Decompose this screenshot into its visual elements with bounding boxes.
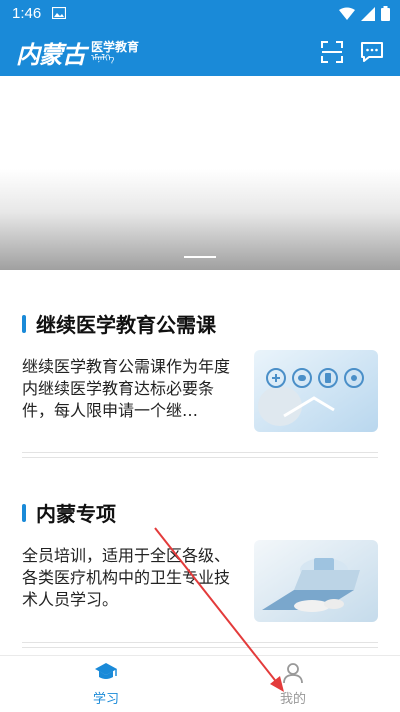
course-description: 继续医学教育公需课作为年度内继续医学教育达标必要条件，每人限申请一个继… — [22, 357, 231, 420]
tab-study[interactable]: 学习 — [46, 656, 166, 712]
logo-mongolian: ᠡᠮᠨᠡᠯᠭᠡ — [91, 53, 115, 64]
course-card-inner-mongolia[interactable]: 全员培训，适用于全区各级、各类医疗机构中的卫生专业技术人员学习。 — [22, 540, 378, 624]
status-bar: 1:46 — [0, 0, 400, 28]
person-icon — [283, 663, 303, 684]
logo-script: 内蒙古 — [16, 39, 86, 69]
logo-title: 医学教育 — [91, 39, 140, 54]
battery-icon — [381, 6, 390, 21]
section-title: 继续医学教育公需课 — [36, 313, 216, 337]
course-description: 全员培训，适用于全区各级、各类医疗机构中的卫生专业技术人员学习。 — [22, 546, 231, 609]
tab-label-mine: 我的 — [279, 692, 306, 707]
app-logo: 内蒙古 医学教育 ᠡᠮᠨᠡᠯᠭᠡ — [16, 36, 139, 69]
section-header-inner-mongolia: 内蒙专项 — [22, 498, 116, 527]
graduation-cap-icon — [95, 663, 117, 679]
wifi-icon — [339, 7, 355, 20]
logo-text-block: 医学教育 ᠡᠮᠨᠡᠯᠭᠡ — [91, 40, 139, 65]
section-title: 内蒙专项 — [36, 502, 116, 526]
bottom-tab-bar: 学习 我的 — [0, 655, 400, 712]
signal-icon — [361, 6, 375, 21]
scan-icon[interactable] — [320, 40, 344, 64]
title-accent-bar — [22, 314, 26, 333]
section-divider — [22, 642, 378, 648]
status-time: 1:46 — [12, 5, 42, 22]
app-header: 内蒙古 医学教育 ᠡᠮᠨᠡᠯᠭᠡ — [0, 28, 400, 76]
title-accent-bar — [22, 503, 26, 522]
section-header-public-course: 继续医学教育公需课 — [22, 309, 216, 338]
image-notification-icon — [52, 7, 66, 19]
course-card-public[interactable]: 继续医学教育公需课作为年度内继续医学教育达标必要条件，每人限申请一个继… — [22, 350, 378, 434]
banner-carousel[interactable] — [0, 76, 400, 270]
tab-label-study: 学习 — [92, 692, 119, 707]
course-thumbnail-medical — [254, 350, 378, 432]
carousel-indicator — [184, 256, 216, 258]
course-thumbnail-laptop — [254, 540, 378, 622]
section-divider — [22, 452, 378, 458]
medical-icons-image — [254, 350, 378, 432]
message-icon[interactable] — [360, 40, 384, 64]
doctor-laptop-image — [254, 540, 378, 622]
status-icons — [339, 6, 390, 21]
tab-mine[interactable]: 我的 — [233, 656, 353, 712]
